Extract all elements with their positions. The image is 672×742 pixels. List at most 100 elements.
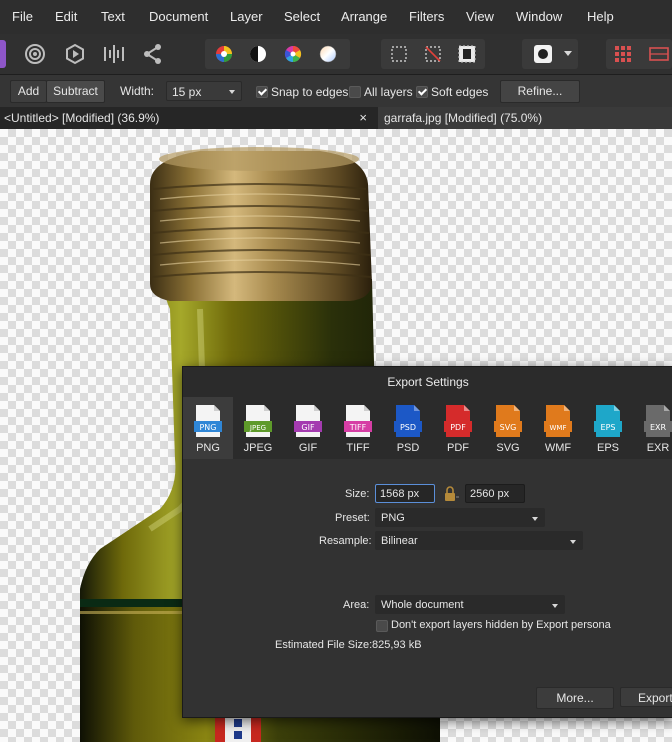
- format-name: JPEG: [243, 442, 273, 454]
- area-value: Whole document: [381, 599, 464, 611]
- subtract-mode-button[interactable]: Subtract: [46, 80, 105, 103]
- close-icon[interactable]: ×: [359, 107, 367, 129]
- format-badge: PDF: [450, 423, 466, 432]
- chevron-down-icon: [570, 540, 576, 544]
- hidden-layers-checkbox[interactable]: [376, 620, 388, 632]
- format-wmf[interactable]: WMF WMF: [533, 397, 583, 459]
- eps-file-icon: EPS: [594, 405, 622, 437]
- main-toolbar: [0, 34, 672, 75]
- preset-value: PNG: [381, 512, 405, 524]
- menu-select[interactable]: Select: [284, 9, 320, 24]
- format-badge: PNG: [199, 423, 216, 432]
- menu-window[interactable]: Window: [516, 9, 562, 24]
- chevron-down-icon: [229, 90, 235, 94]
- all-layers-label: All layers: [364, 85, 413, 99]
- format-png[interactable]: PNG PNG: [183, 397, 233, 459]
- tab-title: garrafa.jpg [Modified] (75.0%): [384, 111, 543, 125]
- format-eps[interactable]: EPS EPS: [583, 397, 633, 459]
- export-settings-dialog: Export Settings PNG PNG JPEG JPEG GIF GI…: [182, 366, 672, 718]
- auto-white-balance-icon[interactable]: [315, 41, 341, 67]
- menu-filters[interactable]: Filters: [409, 9, 444, 24]
- auto-contrast-icon[interactable]: [245, 41, 271, 67]
- wmf-file-icon: WMF: [544, 405, 572, 437]
- snapping-icon[interactable]: [645, 41, 672, 67]
- export-button[interactable]: Export: [620, 687, 672, 707]
- grid-icon[interactable]: [612, 41, 634, 67]
- menu-text[interactable]: Text: [101, 9, 125, 24]
- more-button[interactable]: More...: [536, 687, 614, 709]
- snap-to-edges-checkbox[interactable]: [256, 86, 268, 98]
- jpeg-file-icon: JPEG: [244, 405, 272, 437]
- resample-label: Resample:: [319, 535, 372, 547]
- photo-persona-icon[interactable]: [0, 40, 6, 68]
- menu-view[interactable]: View: [466, 9, 494, 24]
- svg-file-icon: SVG: [494, 405, 522, 437]
- menu-edit[interactable]: Edit: [55, 9, 77, 24]
- format-psd[interactable]: PSD PSD: [383, 397, 433, 459]
- pdf-file-icon: PDF: [444, 405, 472, 437]
- format-badge: EXR: [650, 423, 667, 432]
- quick-mask-dropdown-icon[interactable]: [561, 41, 575, 67]
- develop-persona-icon[interactable]: [62, 41, 88, 67]
- area-select[interactable]: Whole document: [375, 595, 565, 614]
- soft-edges-checkbox[interactable]: [416, 86, 428, 98]
- format-badge: GIF: [301, 423, 315, 432]
- format-svg[interactable]: SVG SVG: [483, 397, 533, 459]
- width-label: Width:: [120, 84, 155, 98]
- tab-title: <Untitled> [Modified] (36.9%): [4, 111, 160, 125]
- format-name: EPS: [596, 442, 619, 454]
- format-badge: JPEG: [249, 424, 266, 432]
- export-height-field[interactable]: 2560 px: [465, 484, 525, 503]
- menu-file[interactable]: File: [12, 9, 33, 24]
- format-name: GIF: [298, 442, 318, 454]
- all-layers-checkbox[interactable]: [349, 86, 361, 98]
- format-jpeg[interactable]: JPEG JPEG: [233, 397, 283, 459]
- format-name: PDF: [447, 442, 469, 454]
- file-size-value: 825,93 kB: [372, 639, 422, 651]
- menu-arrange[interactable]: Arrange: [341, 9, 387, 24]
- deselect-icon[interactable]: [420, 41, 446, 67]
- tab-garrafa[interactable]: garrafa.jpg [Modified] (75.0%): [378, 107, 672, 129]
- format-bar: PNG PNG JPEG JPEG GIF GIF TIFF TIFF PSD …: [183, 397, 672, 459]
- menu-layer[interactable]: Layer: [230, 9, 263, 24]
- format-badge: SVG: [500, 423, 517, 432]
- area-label: Area:: [343, 599, 370, 611]
- format-badge: PSD: [400, 423, 416, 432]
- snap-to-edges-label: Snap to edges: [271, 85, 349, 99]
- gif-file-icon: GIF: [294, 405, 322, 437]
- format-gif[interactable]: GIF GIF: [283, 397, 333, 459]
- format-pdf[interactable]: PDF PDF: [433, 397, 483, 459]
- invert-selection-icon[interactable]: [454, 41, 480, 67]
- format-name: PSD: [396, 442, 420, 454]
- brush-width-combo[interactable]: 15 px: [166, 81, 242, 101]
- format-name: SVG: [496, 442, 520, 454]
- document-tabs: <Untitled> [Modified] (36.9%) × garrafa.…: [0, 107, 672, 129]
- dialog-title: Export Settings: [183, 367, 672, 397]
- format-name: PNG: [196, 442, 220, 454]
- export-persona-icon[interactable]: [140, 41, 166, 67]
- quick-mask-icon[interactable]: [530, 41, 556, 67]
- soft-edges-label: Soft edges: [431, 85, 489, 99]
- tab-untitled[interactable]: <Untitled> [Modified] (36.9%) ×: [0, 107, 376, 129]
- menu-help[interactable]: Help: [587, 9, 614, 24]
- hidden-layers-label: Don't export layers hidden by Export per…: [391, 619, 611, 631]
- format-name: EXR: [646, 442, 670, 454]
- exr-file-icon: EXR: [644, 405, 672, 437]
- auto-levels-icon[interactable]: [211, 41, 237, 67]
- preset-select[interactable]: PNG: [375, 508, 545, 527]
- select-all-icon[interactable]: [386, 41, 412, 67]
- format-exr[interactable]: EXR EXR: [633, 397, 672, 459]
- resample-select[interactable]: Bilinear: [375, 531, 583, 550]
- tone-mapping-persona-icon[interactable]: [101, 41, 127, 67]
- format-tiff[interactable]: TIFF TIFF: [333, 397, 383, 459]
- chevron-down-icon: [552, 604, 558, 608]
- add-mode-button[interactable]: Add: [10, 80, 47, 103]
- export-width-field[interactable]: 1568 px: [375, 484, 435, 503]
- refine-button[interactable]: Refine...: [500, 80, 580, 103]
- resample-value: Bilinear: [381, 535, 418, 547]
- liquify-persona-icon[interactable]: [22, 41, 48, 67]
- preset-label: Preset:: [335, 512, 370, 524]
- menu-document[interactable]: Document: [149, 9, 208, 24]
- auto-colors-icon[interactable]: [280, 41, 306, 67]
- lock-aspect-icon[interactable]: [443, 486, 459, 505]
